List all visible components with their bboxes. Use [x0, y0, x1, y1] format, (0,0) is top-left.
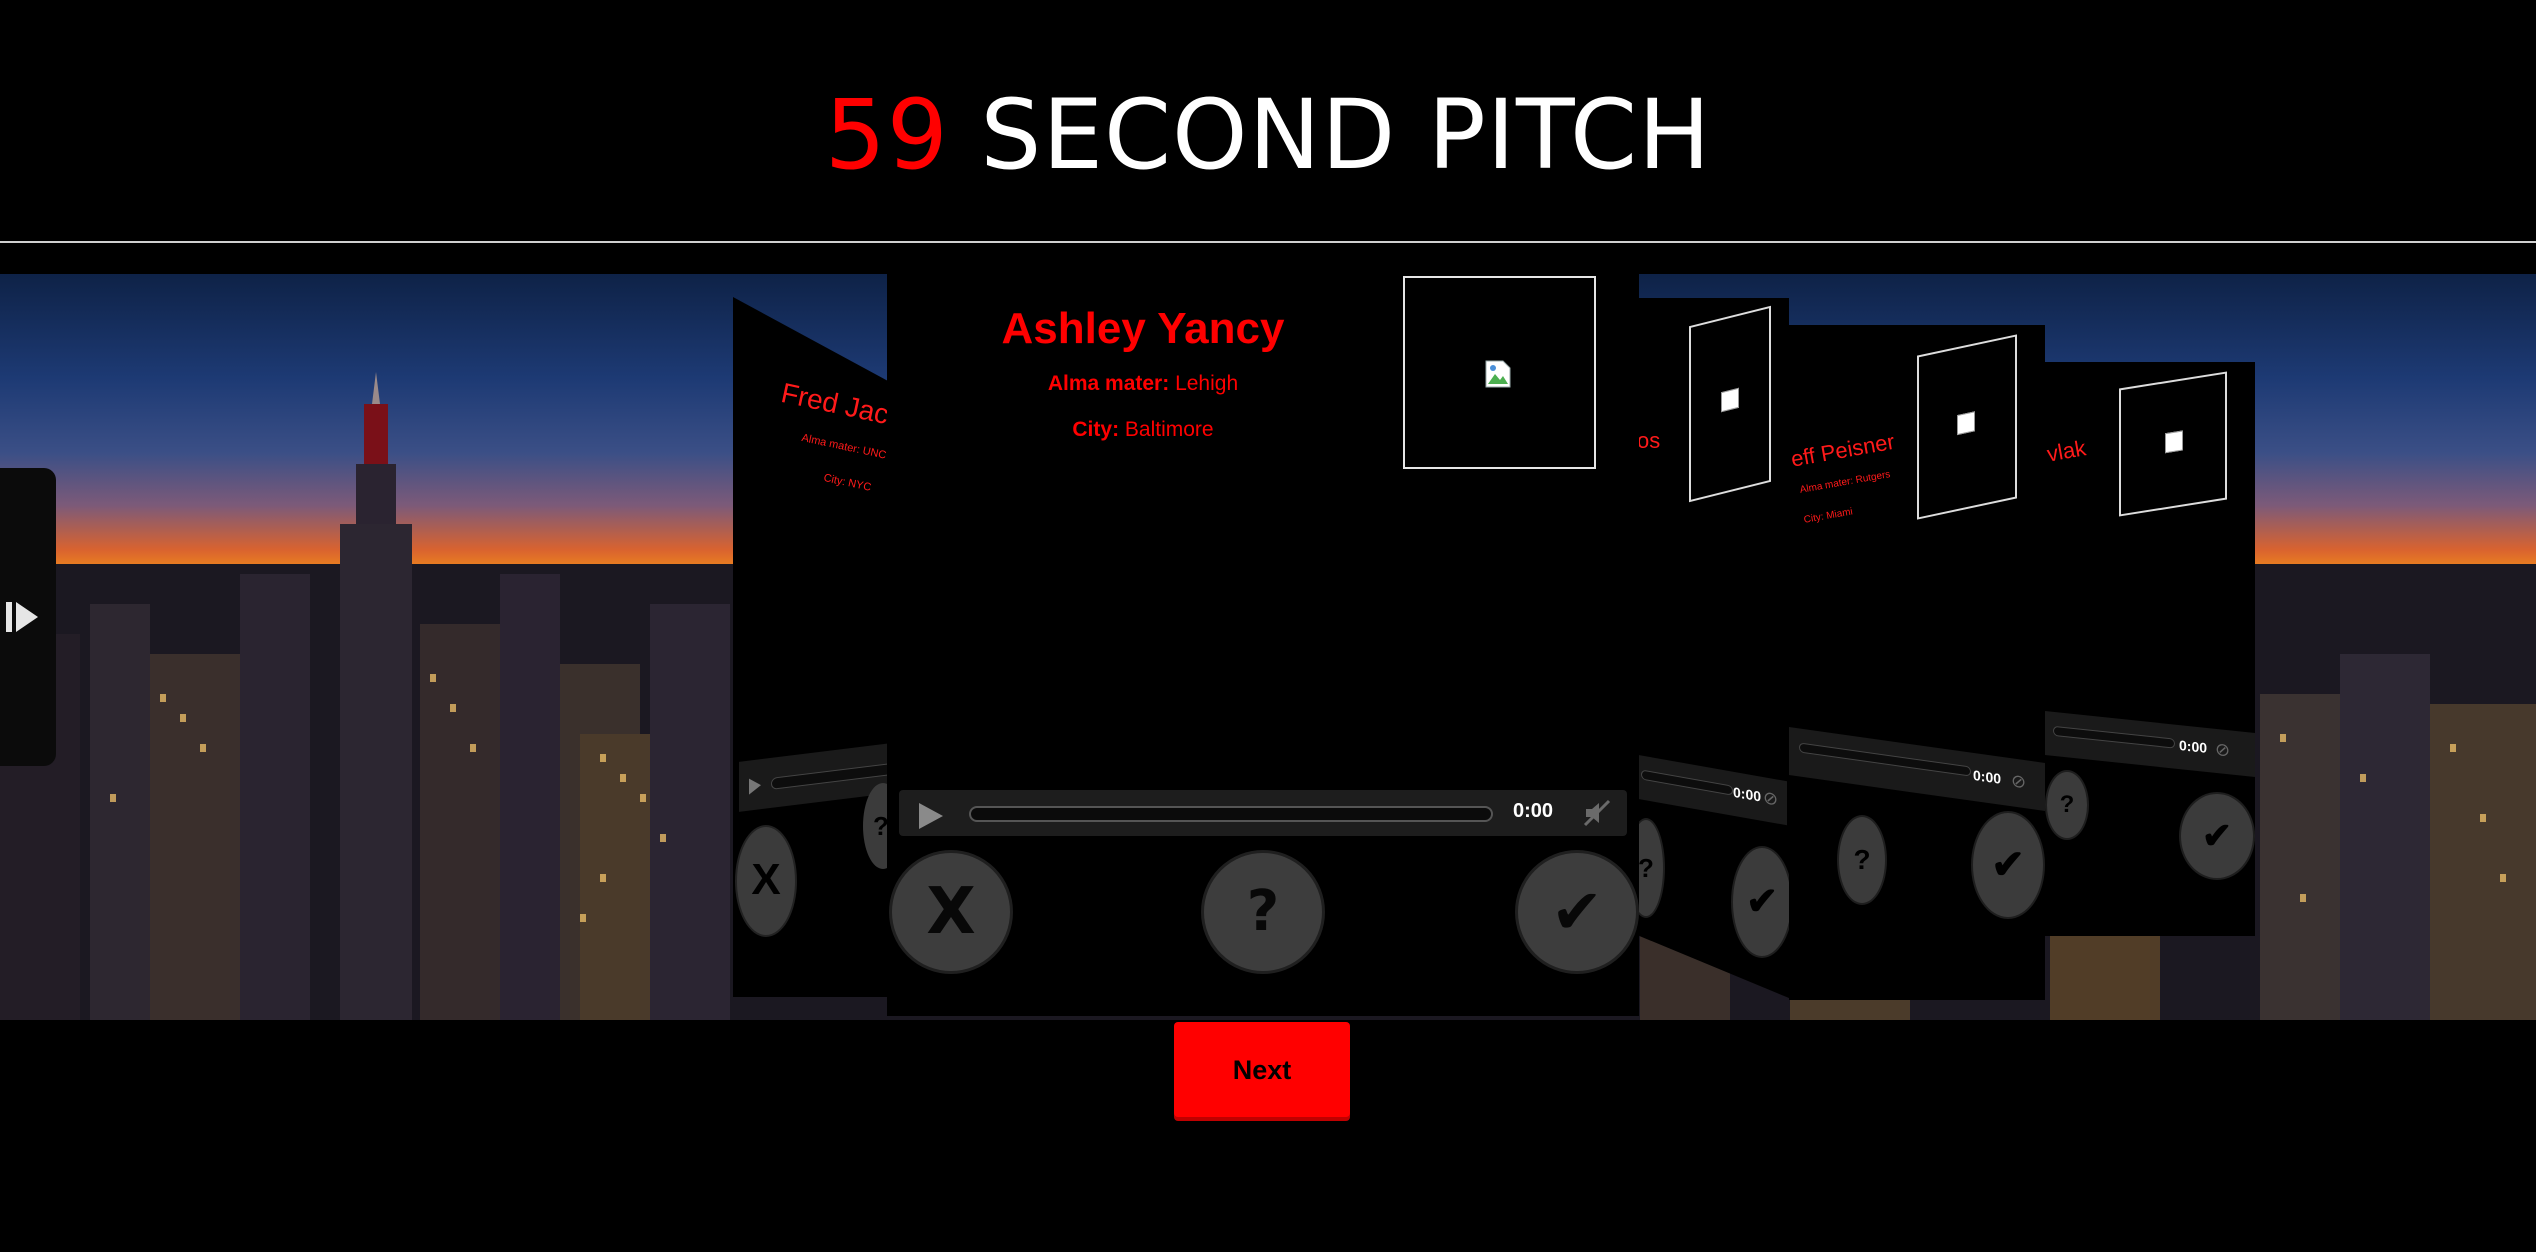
pitcher-photo: [1403, 276, 1596, 469]
time-display: 0:00: [1513, 800, 1554, 822]
pitcher-alma-mater: Alma mater: Rutgers: [1799, 469, 1892, 496]
broken-image-icon: [1957, 411, 1975, 436]
mute-icon[interactable]: [1583, 799, 1611, 827]
progress-bar[interactable]: [1641, 769, 1733, 796]
pitch-card-next-3[interactable]: vlak 0:00 ⊘ ? ✔: [2045, 362, 2255, 936]
accept-button[interactable]: ✔: [2179, 792, 2255, 880]
video-player-controls: 0:00: [899, 790, 1627, 836]
accept-button[interactable]: ✔: [1731, 846, 1789, 958]
pitcher-name: vlak: [2045, 435, 2088, 467]
pitcher-photo: [1917, 334, 2017, 520]
next-button[interactable]: Next: [1174, 1022, 1350, 1117]
pitcher-name: os: [1637, 428, 1661, 453]
maybe-button[interactable]: ?: [1201, 850, 1325, 974]
pitcher-city: City: NYC: [822, 472, 873, 494]
logo-text: SECOND PITCH: [980, 79, 1712, 191]
pitcher-photo: [1689, 305, 1771, 503]
pitcher-name: Ashley Yancy: [1001, 304, 1285, 353]
play-icon: [6, 602, 38, 632]
reject-button[interactable]: X: [735, 825, 797, 937]
mute-icon[interactable]: ⊘: [2011, 770, 2026, 793]
logo-number: 59: [824, 79, 949, 191]
header-divider: [0, 241, 2536, 243]
maybe-button[interactable]: ?: [2045, 770, 2089, 840]
broken-image-icon: [1721, 387, 1739, 413]
pitch-card-current: Ashley Yancy Alma mater: Lehigh City: Ba…: [887, 274, 1639, 1016]
maybe-button[interactable]: ?: [1837, 815, 1887, 905]
progress-bar[interactable]: [969, 806, 1493, 822]
time-display: 0:00: [1973, 766, 2002, 787]
pitcher-city: City: Baltimore: [887, 418, 1399, 442]
mute-icon[interactable]: ⊘: [1763, 787, 1778, 811]
alma-mater-label: Alma mater:: [1047, 372, 1170, 395]
pitch-card-previous[interactable]: Fred Jackson Alma mater: UNC City: NYC X…: [733, 297, 888, 997]
pitcher-alma-mater: Alma mater: Lehigh: [887, 372, 1399, 396]
accept-button[interactable]: ✔: [1515, 850, 1639, 974]
time-display: 0:00: [1733, 783, 1762, 805]
pitch-card-next-1[interactable]: os 0:00 ⊘ ? ✔: [1637, 298, 1789, 998]
video-controls: 0:00 ⊘: [2045, 710, 2255, 778]
accept-button[interactable]: ✔: [1971, 811, 2045, 919]
progress-bar[interactable]: [1799, 742, 1971, 777]
city-label: City:: [1072, 418, 1120, 441]
pitcher-photo: [2119, 371, 2227, 517]
side-drawer-tab[interactable]: [0, 468, 56, 766]
video-controls: 0:00 ⊘: [1637, 754, 1787, 826]
broken-image-icon: [1485, 360, 1511, 388]
pitcher-alma-mater: Alma mater: UNC: [800, 432, 888, 462]
video-controls: 0:00 ⊘: [1789, 727, 2045, 811]
broken-image-icon: [2165, 430, 2183, 454]
pitcher-city: City: Miami: [1803, 506, 1854, 526]
play-icon[interactable]: [919, 803, 943, 829]
play-icon[interactable]: [749, 777, 761, 795]
pitcher-name: eff Peisner: [1789, 428, 1897, 472]
reject-button[interactable]: X: [889, 850, 1013, 974]
pitch-card-next-2[interactable]: eff Peisner Alma mater: Rutgers City: Mi…: [1789, 325, 2045, 1000]
city-value: Baltimore: [1124, 418, 1214, 441]
progress-bar[interactable]: [2053, 725, 2175, 749]
time-display: 0:00: [2179, 737, 2208, 756]
mute-icon[interactable]: ⊘: [2215, 739, 2230, 762]
alma-mater-value: Lehigh: [1175, 372, 1239, 395]
site-logo: 59 SECOND PITCH: [0, 70, 2536, 200]
